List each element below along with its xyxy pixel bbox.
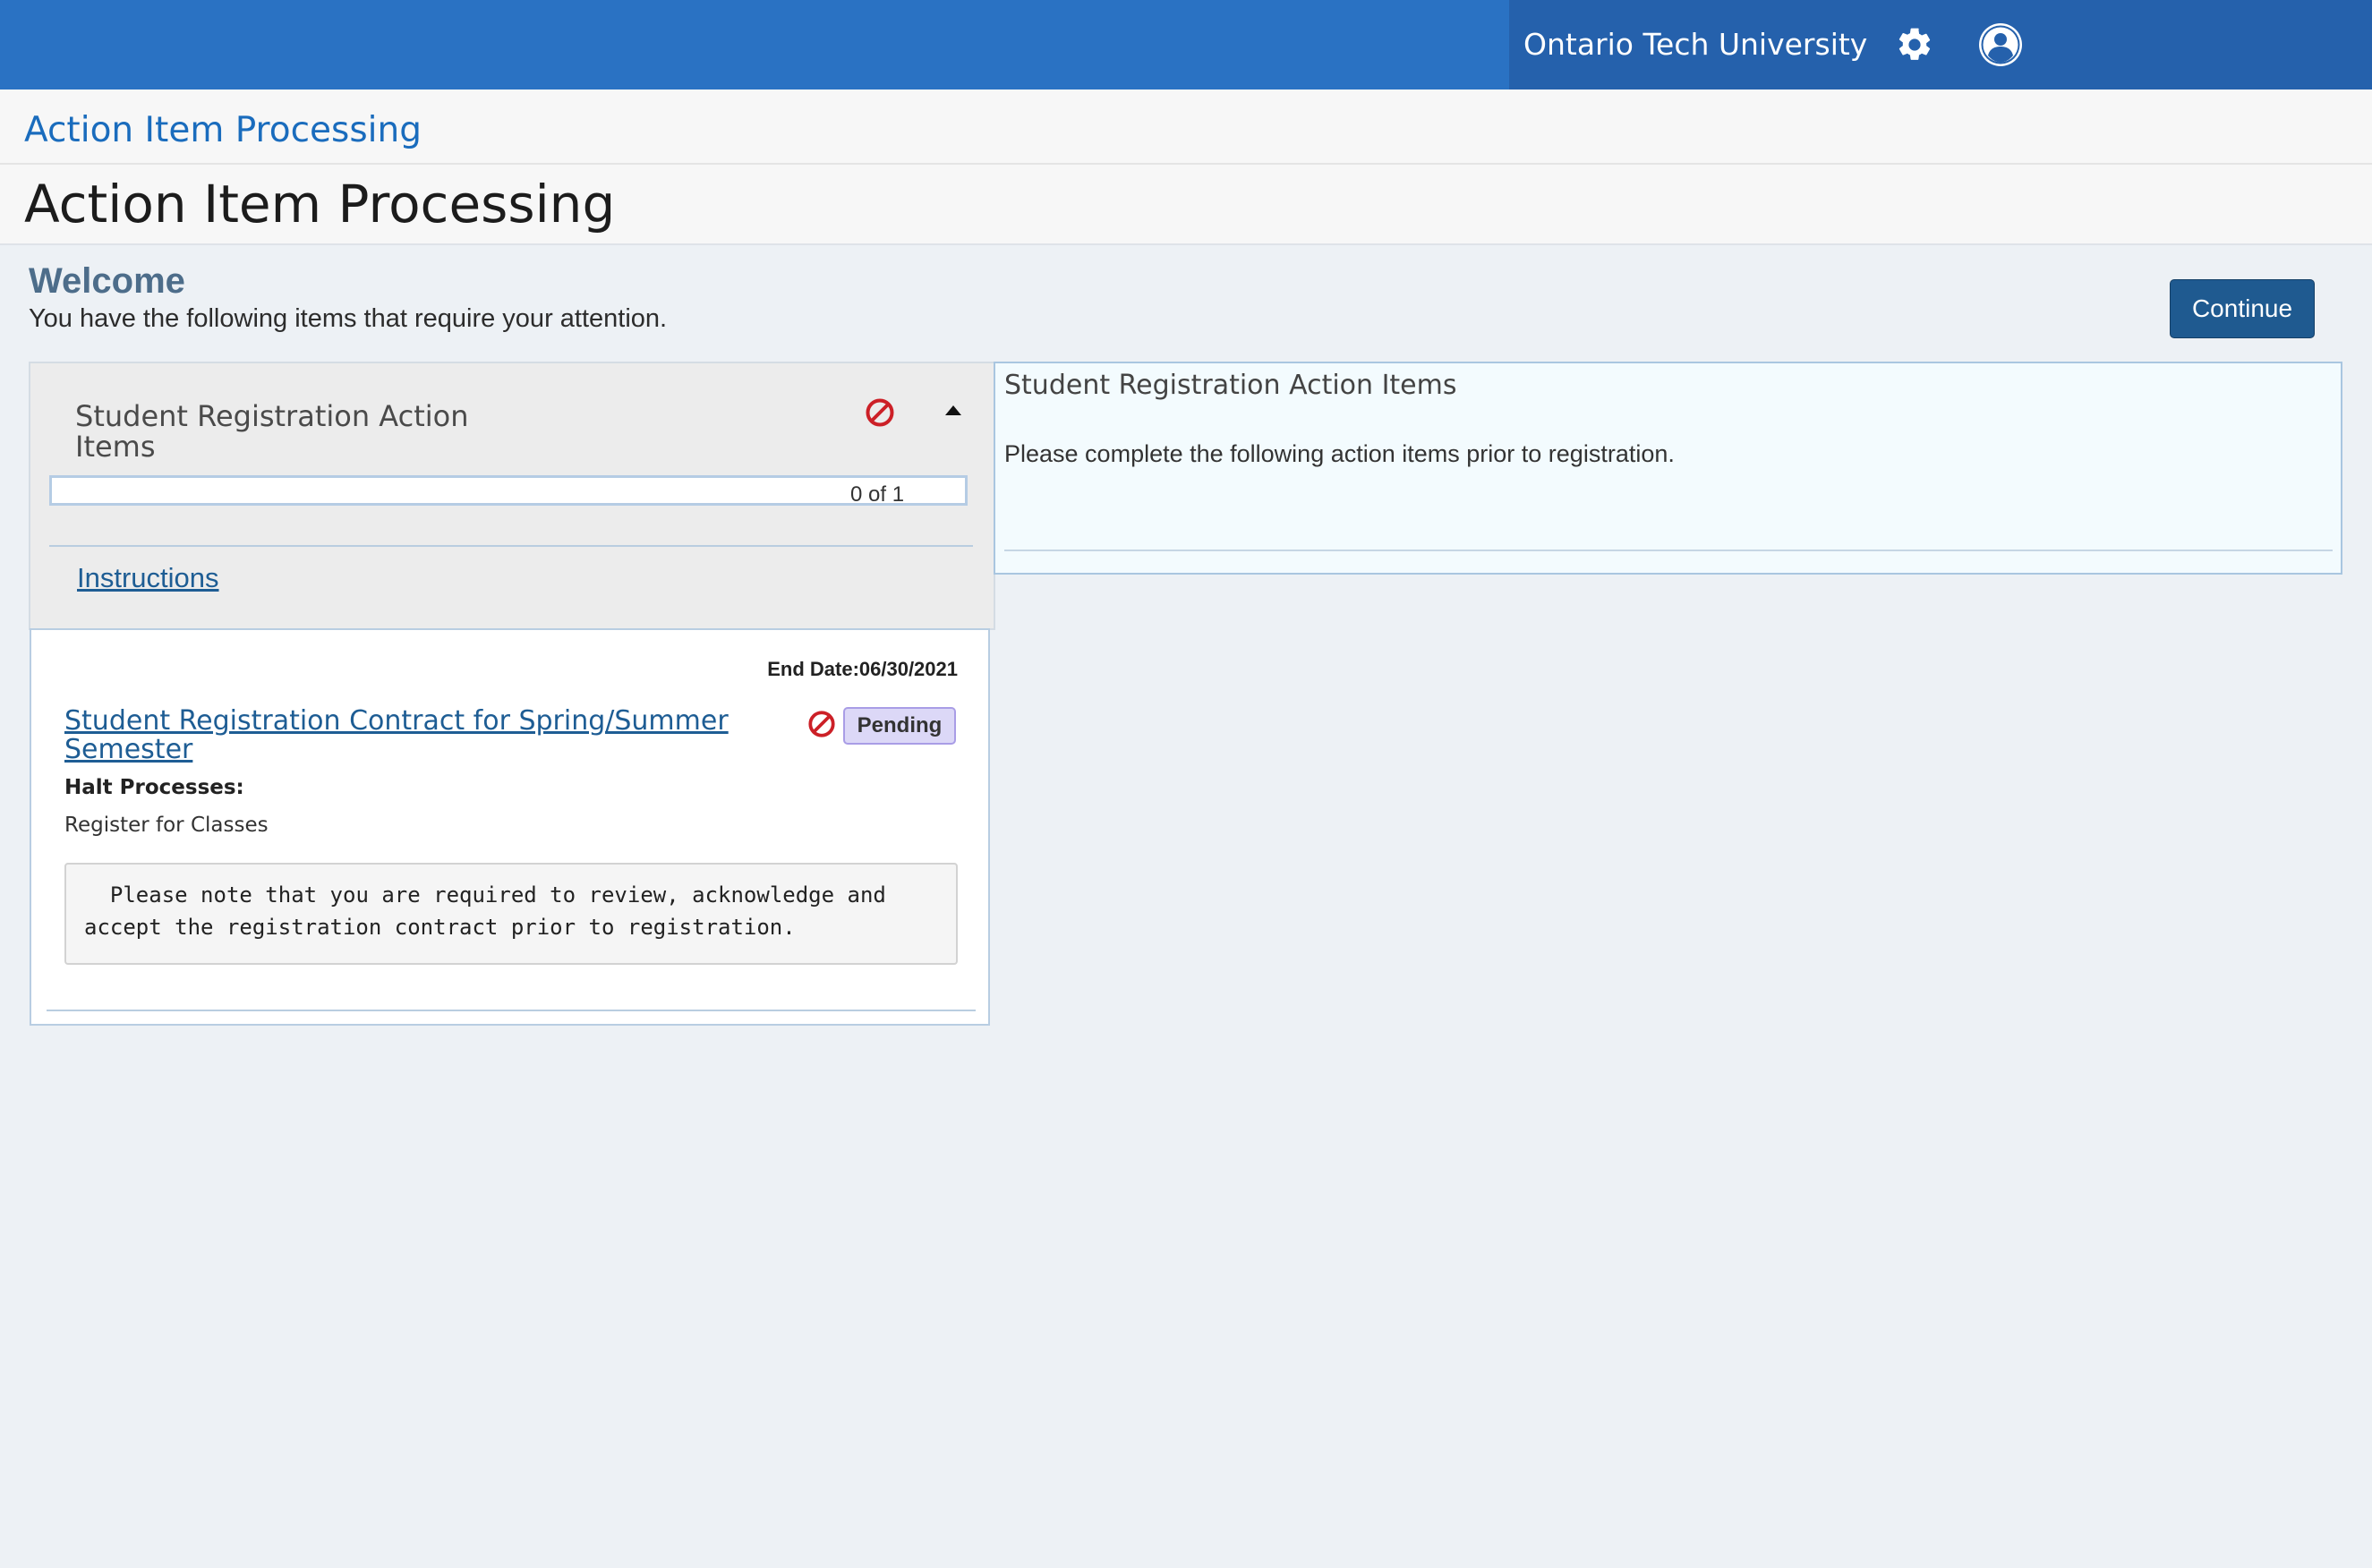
action-item-link[interactable]: Student Registration Contract for Spring… [64,707,763,764]
caret-up-icon[interactable] [945,405,961,415]
user-icon[interactable] [1977,21,2024,68]
note-box: Please note that you are required to rev… [64,863,958,965]
welcome-heading: Welcome [29,261,185,301]
halt-processes-value: Register for Classes [64,814,269,837]
divider [47,1010,976,1011]
breadcrumb-link[interactable]: Action Item Processing [24,107,422,154]
divider [1004,550,2333,551]
progress-label: 0 of 1 [850,482,905,507]
halt-processes-label: Halt Processes: [64,776,244,799]
divider [49,545,973,547]
details-title: Student Registration Action Items [1004,370,1457,401]
status-badge: Pending [843,707,956,745]
progress-bar [49,475,968,506]
welcome-message: You have the following items that requir… [29,304,668,333]
end-date: End Date:06/30/2021 [767,658,958,680]
action-group-title[interactable]: Student Registration Action Items [75,401,523,462]
instructions-link[interactable]: Instructions [77,561,219,595]
block-icon [808,711,835,737]
gear-icon[interactable] [1895,25,1934,64]
continue-button[interactable]: Continue [2170,279,2315,338]
block-icon [866,398,894,427]
details-text: Please complete the following action ite… [1004,440,1675,467]
institution-name: Ontario Tech University [1523,27,1868,62]
page-title: Action Item Processing [24,174,616,234]
